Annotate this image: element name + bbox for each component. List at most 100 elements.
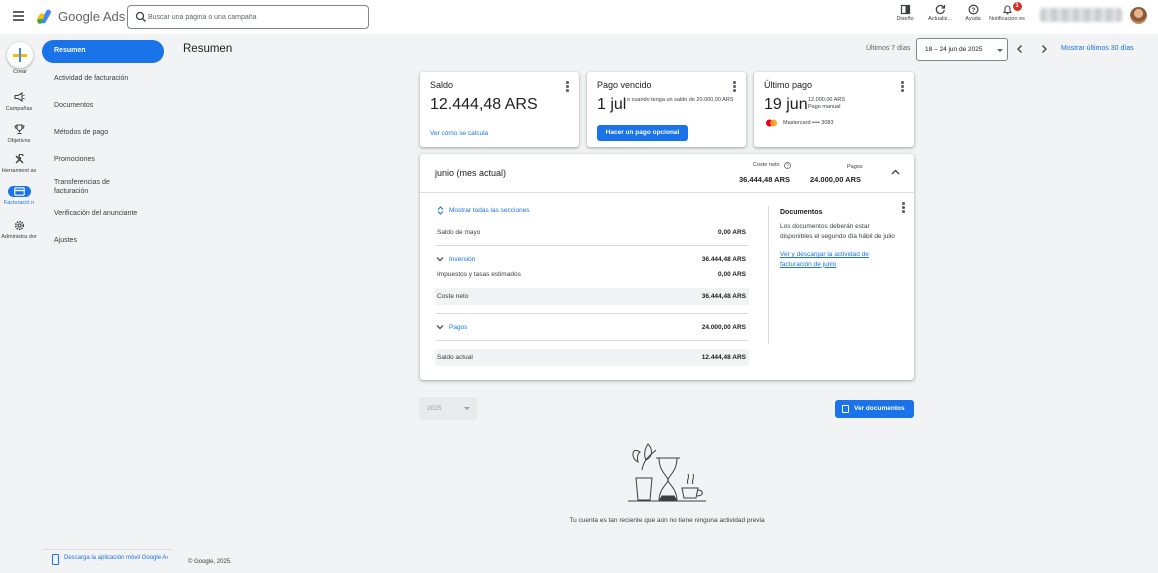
documents-title: Documentos — [780, 209, 823, 216]
left-rail: Crear Campañas Objetivos Herramient as F… — [0, 34, 38, 573]
row-divider — [435, 340, 749, 341]
top-bar: Google Ads Diseño Actualiz... ? Ayuda 1 … — [0, 0, 1158, 34]
hamburger-menu-icon[interactable] — [13, 11, 24, 21]
refresh-label: Actualiz... — [928, 16, 952, 22]
rail-label-goals[interactable]: Objetivos — [0, 138, 38, 145]
refresh-icon — [935, 4, 945, 15]
date-range-select[interactable]: 18 – 24 jun de 2025 — [916, 38, 1008, 61]
phone-icon — [52, 554, 59, 565]
account-info[interactable] — [1040, 8, 1122, 22]
dropdown-caret-icon — [997, 49, 1003, 52]
download-app-label: Descarga la aplicación móvil Google A› — [64, 555, 169, 561]
more-options-icon[interactable] — [733, 81, 736, 93]
sidebar-item-summary[interactable]: Resumen — [42, 40, 164, 63]
payments-section-toggle[interactable]: Pagos — [449, 324, 467, 331]
last-payment-method: Pago manual — [808, 104, 841, 110]
payment-due-card: Pago vencido 1 jul o cuando tenga un sal… — [587, 72, 746, 147]
rail-label-admin[interactable]: Administra dor — [0, 234, 38, 241]
expand-all-icon[interactable] — [437, 206, 444, 215]
sidebar-item-payment-methods[interactable]: Métodos de pago — [54, 128, 164, 137]
create-button[interactable] — [7, 42, 33, 68]
sidebar-item-billing-activity[interactable]: Actividad de facturación — [54, 74, 164, 83]
show-all-sections-link[interactable]: Mostrar todas las secciones — [449, 207, 530, 214]
document-icon — [842, 405, 849, 413]
search-icon — [135, 11, 146, 22]
payments-label: Pagos — [847, 164, 863, 170]
documents-text: Los documentos deberán estar disponibles… — [780, 223, 895, 240]
svg-text:?: ? — [786, 164, 789, 169]
sidebar-item-label: Resumen — [54, 47, 86, 54]
google-ads-logo-icon[interactable] — [37, 9, 54, 24]
row-label-may-balance: Saldo de mayo — [437, 229, 481, 236]
rail-label-campaigns[interactable]: Campañas — [0, 106, 38, 113]
investment-section-toggle[interactable]: Inversión — [449, 256, 475, 263]
payment-due-title: Pago vencido — [597, 80, 652, 90]
refresh-button[interactable]: Actualiz... — [925, 4, 955, 23]
last-payment-amount: 12.000,00 ARS — [808, 97, 846, 103]
sidebar-item-billing-transfers[interactable]: Transferencias de facturación — [54, 178, 134, 196]
sidebar-item-advertiser-verification[interactable]: Verificación del anunciante — [54, 209, 164, 218]
info-icon[interactable]: ? — [784, 162, 791, 169]
chevron-down-icon[interactable] — [436, 256, 444, 262]
download-june-activity-link[interactable]: Ver y descargar la actividad de facturac… — [780, 250, 890, 269]
sidebar-item-settings[interactable]: Ajustes — [54, 236, 164, 245]
appearance-button[interactable]: Diseño — [892, 4, 918, 23]
month-title: junio (mes actual) — [435, 168, 507, 178]
net-cost-value: 36.444,48 ARS — [739, 175, 791, 184]
search-box[interactable] — [127, 5, 369, 29]
more-options-icon[interactable] — [566, 81, 569, 93]
row-value-current-balance: 12.444,48 ARS — [701, 354, 746, 361]
dropdown-caret-icon — [464, 407, 470, 410]
make-optional-payment-button[interactable]: Hacer un pago opcional — [597, 125, 688, 141]
row-label-net-cost: Coste neto — [437, 293, 469, 300]
sidebar-item-documents[interactable]: Documentos — [54, 101, 164, 110]
row-value-taxes: 0,00 ARS — [718, 271, 746, 278]
create-label: Crear — [13, 69, 27, 75]
view-documents-label: Ver documentos — [854, 405, 905, 412]
trophy-icon[interactable] — [14, 124, 25, 135]
show-last-30-days-link[interactable]: Mostrar últimos 30 días — [1061, 45, 1134, 52]
brand-name: Google Ads — [58, 9, 126, 24]
row-value-may-balance: 0,00 ARS — [718, 229, 746, 236]
net-cost-label: Coste neto — [753, 162, 780, 168]
help-icon: ? — [967, 4, 979, 15]
page-title: Resumen — [183, 43, 233, 55]
how-calculated-link[interactable]: Ver cómo se calcula — [430, 130, 488, 137]
month-summary-card: junio (mes actual) Coste neto ? 36.444,4… — [420, 154, 914, 380]
notification-badge: 1 — [1012, 2, 1022, 11]
row-value-investment: 36.444,48 ARS — [701, 256, 746, 263]
previous-period-icon[interactable] — [1015, 44, 1025, 54]
megaphone-icon[interactable] — [14, 92, 25, 102]
year-select[interactable]: 2025 — [419, 397, 477, 420]
more-options-icon[interactable] — [901, 81, 904, 93]
empty-state-illustration — [628, 443, 706, 502]
avatar[interactable] — [1130, 7, 1147, 24]
copyright: © Google, 2025. — [188, 559, 232, 565]
section-divider — [768, 206, 769, 344]
balance-card: Saldo 12.444,48 ARS Ver cómo se calcula — [420, 72, 579, 147]
date-range-value: 18 – 24 jun de 2025 — [925, 46, 983, 53]
collapse-chevron-icon[interactable] — [891, 169, 900, 175]
more-options-icon[interactable] — [902, 202, 905, 214]
notifications-button[interactable]: 1 Notificacion es — [989, 2, 1025, 23]
mastercard-icon — [766, 119, 777, 127]
last-payment-card: Último pago 19 jun 12.000,00 ARS Pago ma… — [754, 72, 914, 147]
last-payment-card-number: Mastercard •••• 3083 — [783, 120, 834, 126]
view-documents-button[interactable]: Ver documentos — [835, 400, 914, 418]
help-button[interactable]: ? Ayuda — [961, 4, 985, 23]
last-payment-title: Último pago — [764, 80, 813, 90]
tools-icon[interactable] — [14, 154, 25, 165]
rail-label-billing[interactable]: Facturació n — [0, 200, 38, 207]
row-label-taxes: Impuestos y tasas estimados — [437, 271, 521, 278]
balance-card-title: Saldo — [430, 80, 454, 90]
next-period-icon[interactable] — [1039, 44, 1049, 54]
rail-label-tools[interactable]: Herramient as — [0, 168, 38, 175]
billing-icon[interactable] — [14, 187, 25, 196]
search-input[interactable] — [148, 9, 363, 25]
year-value: 2025 — [427, 405, 442, 412]
admin-gear-icon[interactable] — [14, 220, 25, 231]
download-app-link[interactable]: Descarga la aplicación móvil Google A› — [42, 549, 172, 569]
row-label-current-balance: Saldo actual — [437, 354, 473, 361]
chevron-down-icon[interactable] — [436, 324, 444, 330]
sidebar-item-promotions[interactable]: Promociones — [54, 155, 164, 164]
